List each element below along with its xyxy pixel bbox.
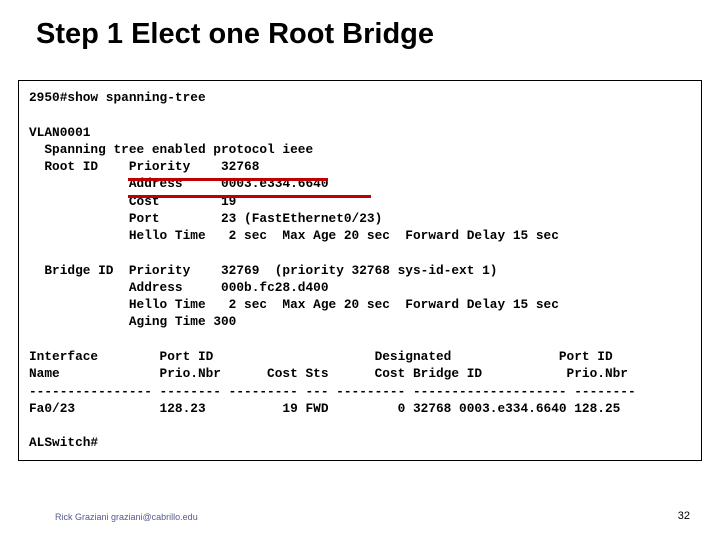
- terminal-output: 2950#show spanning-tree VLAN0001 Spannin…: [18, 80, 702, 461]
- blank-line: [29, 417, 691, 434]
- blank-line: [29, 331, 691, 348]
- root-hello-line: Hello Time 2 sec Max Age 20 sec Forward …: [29, 227, 691, 244]
- bridge-hello-line: Hello Time 2 sec Max Age 20 sec Forward …: [29, 296, 691, 313]
- root-port-line: Port 23 (FastEthernet0/23): [29, 210, 691, 227]
- sp-line: Spanning tree enabled protocol ieee: [29, 141, 691, 158]
- root-priority-line: Root ID Priority 32768: [29, 158, 691, 175]
- cli-command: 2950#show spanning-tree: [29, 89, 691, 106]
- red-underline-icon: [128, 178, 328, 181]
- table-row: Fa0/23 128.23 19 FWD 0 32768 0003.e334.6…: [29, 400, 691, 417]
- vlan-line: VLAN0001: [29, 124, 691, 141]
- bridge-address-line: Address 000b.fc28.d400: [29, 279, 691, 296]
- page-number: 32: [678, 510, 690, 522]
- table-header-2: Name Prio.Nbr Cost Sts Cost Bridge ID Pr…: [29, 365, 691, 382]
- red-underline-icon: [128, 195, 371, 198]
- bridge-priority-line: Bridge ID Priority 32769 (priority 32768…: [29, 262, 691, 279]
- prompt: ALSwitch#: [29, 434, 691, 451]
- footer-author: Rick Graziani graziani@cabrillo.edu: [55, 512, 198, 522]
- blank-line: [29, 106, 691, 123]
- bridge-aging-line: Aging Time 300: [29, 313, 691, 330]
- table-separator: ---------------- -------- --------- --- …: [29, 383, 691, 400]
- table-header-1: Interface Port ID Designated Port ID: [29, 348, 691, 365]
- slide: Step 1 Elect one Root Bridge 2950#show s…: [0, 0, 720, 540]
- slide-title: Step 1 Elect one Root Bridge: [36, 18, 434, 51]
- blank-line: [29, 244, 691, 261]
